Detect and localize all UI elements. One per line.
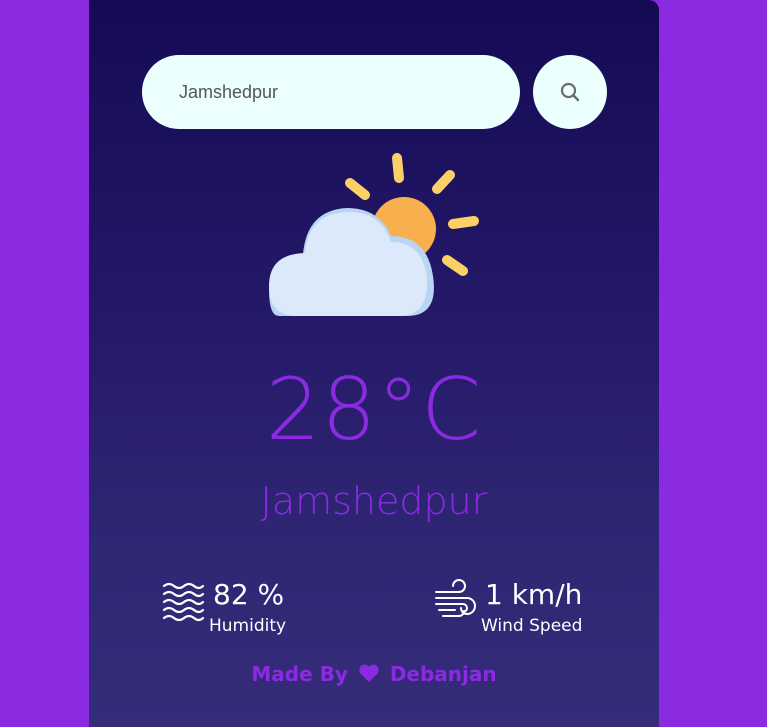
humidity-detail: 82 % Humidity xyxy=(161,576,286,646)
partly-cloudy-icon xyxy=(267,150,481,322)
footer-credit: Made By Debanjan xyxy=(89,660,659,690)
humidity-label: Humidity xyxy=(209,616,287,636)
humidity-value: 82 % xyxy=(213,578,285,611)
search-button[interactable] xyxy=(533,55,607,129)
waves-icon xyxy=(161,578,205,622)
weather-card: 28°C Jamshedpur 82 % Humidity xyxy=(89,0,659,727)
wind-speed-value: 1 km/h xyxy=(485,578,583,611)
city-name: Jamshedpur xyxy=(260,479,488,523)
wind-speed-label: Wind Speed xyxy=(481,616,583,636)
heart-icon xyxy=(358,662,380,690)
search-icon xyxy=(559,81,581,103)
wind-detail: 1 km/h Wind Speed xyxy=(433,576,582,646)
search-box xyxy=(142,55,520,129)
credit-author: Debanjan xyxy=(389,662,497,686)
credit-prefix: Made By xyxy=(251,662,348,686)
city-search-input[interactable] xyxy=(142,55,520,129)
temperature: 28°C xyxy=(265,360,483,460)
wind-icon xyxy=(433,578,477,622)
